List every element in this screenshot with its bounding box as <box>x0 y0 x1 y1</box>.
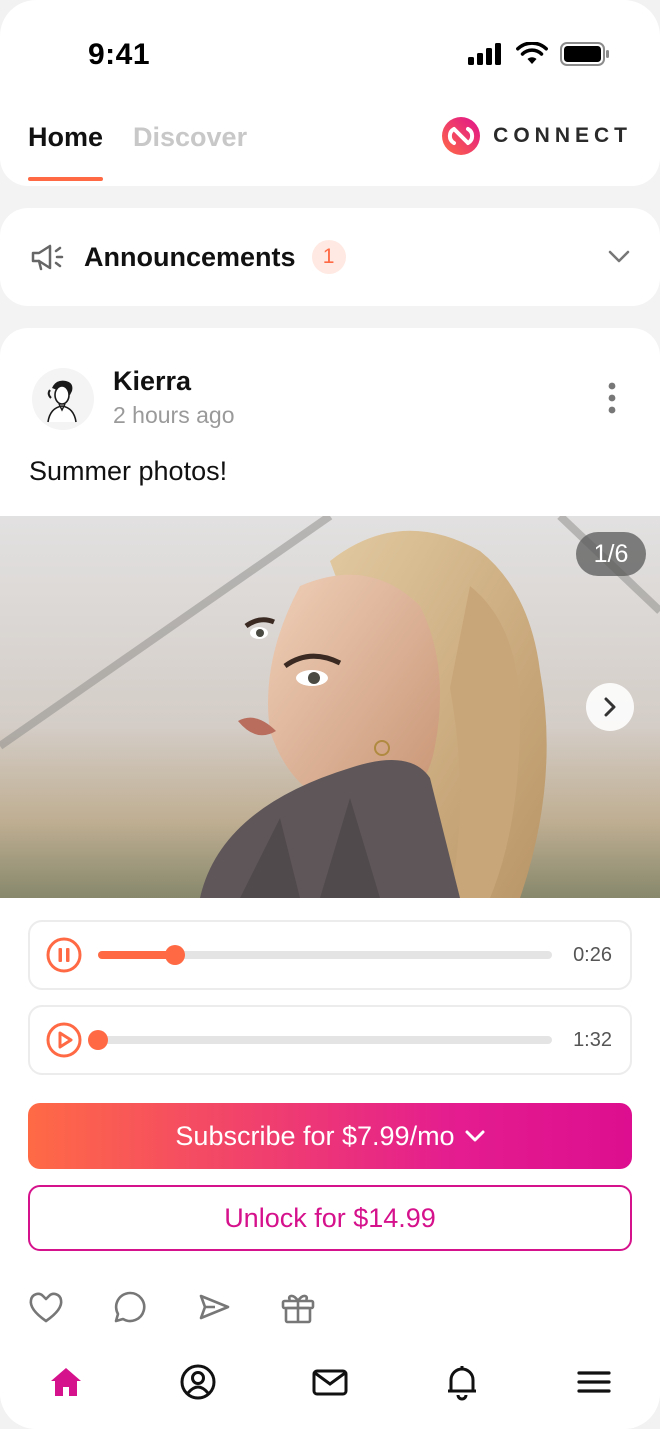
send-icon[interactable] <box>195 1288 233 1326</box>
battery-icon <box>560 42 609 66</box>
audio-player-1: 0:26 <box>28 920 632 990</box>
announcements-title: Announcements <box>84 241 296 272</box>
wifi-icon <box>516 42 548 64</box>
home-icon[interactable] <box>46 1362 86 1402</box>
header: 9:41 Home Discover CONNECT <box>0 0 660 186</box>
subscribe-button[interactable]: Subscribe for $7.99/mo <box>28 1103 632 1169</box>
gift-icon[interactable] <box>279 1288 317 1326</box>
phone-screen: 9:41 Home Discover CONNECT Announcements… <box>0 0 660 1429</box>
audio-player-2: 1:32 <box>28 1005 632 1075</box>
menu-icon[interactable] <box>574 1362 614 1402</box>
chevron-right-icon <box>604 697 616 717</box>
play-icon[interactable] <box>46 1022 82 1058</box>
bell-icon[interactable] <box>442 1362 482 1402</box>
status-icons <box>468 42 610 66</box>
next-photo-button[interactable] <box>586 683 634 731</box>
bottom-nav <box>0 1340 660 1429</box>
audio-duration-2: 1:32 <box>573 1028 612 1051</box>
announcements-count-badge: 1 <box>311 240 346 274</box>
comment-icon[interactable] <box>111 1288 149 1326</box>
unlock-button[interactable]: Unlock for $14.99 <box>28 1185 632 1251</box>
brand-name: CONNECT <box>493 124 632 147</box>
tab-discover[interactable]: Discover <box>133 122 247 181</box>
audio-progress-track-1[interactable] <box>98 945 552 965</box>
chevron-down-icon <box>465 1130 485 1142</box>
avatar-illustration-icon <box>47 380 77 423</box>
announcements-bar[interactable]: Announcements 1 <box>0 208 660 306</box>
mail-icon[interactable] <box>310 1362 350 1402</box>
tab-bar: Home Discover <box>28 122 247 181</box>
photo-illustration <box>0 516 660 898</box>
audio-progress-fill-1 <box>98 951 176 959</box>
audio-scrubber-1[interactable] <box>165 945 186 965</box>
media-counter: 1/6 <box>576 532 646 576</box>
post-caption: Summer photos! <box>29 456 228 486</box>
profile-icon[interactable] <box>178 1362 218 1402</box>
post-photo[interactable]: 1/6 <box>0 516 660 898</box>
more-options-icon[interactable] <box>600 380 624 416</box>
audio-scrubber-2[interactable] <box>88 1030 108 1050</box>
avatar[interactable] <box>32 368 94 430</box>
brand-logo: CONNECT <box>441 116 632 156</box>
post-card: Kierra 2 hours ago Summer photos! 1/6 0:… <box>0 328 660 1429</box>
post-timestamp: 2 hours ago <box>113 402 235 428</box>
subscribe-label: Subscribe for $7.99/mo <box>175 1120 455 1151</box>
heart-icon[interactable] <box>27 1288 65 1326</box>
audio-duration-1: 0:26 <box>573 943 612 966</box>
post-actions <box>27 1288 317 1326</box>
connect-logo-icon <box>442 117 481 155</box>
unlock-label: Unlock for $14.99 <box>224 1202 436 1233</box>
chevron-down-icon[interactable] <box>608 250 630 264</box>
tab-home[interactable]: Home <box>28 122 104 181</box>
pause-icon[interactable] <box>46 937 82 973</box>
signal-icon <box>468 43 501 65</box>
post-author[interactable]: Kierra <box>113 366 191 397</box>
audio-progress-track-2[interactable] <box>88 1030 552 1050</box>
megaphone-icon <box>31 244 64 271</box>
status-time: 9:41 <box>88 38 151 71</box>
